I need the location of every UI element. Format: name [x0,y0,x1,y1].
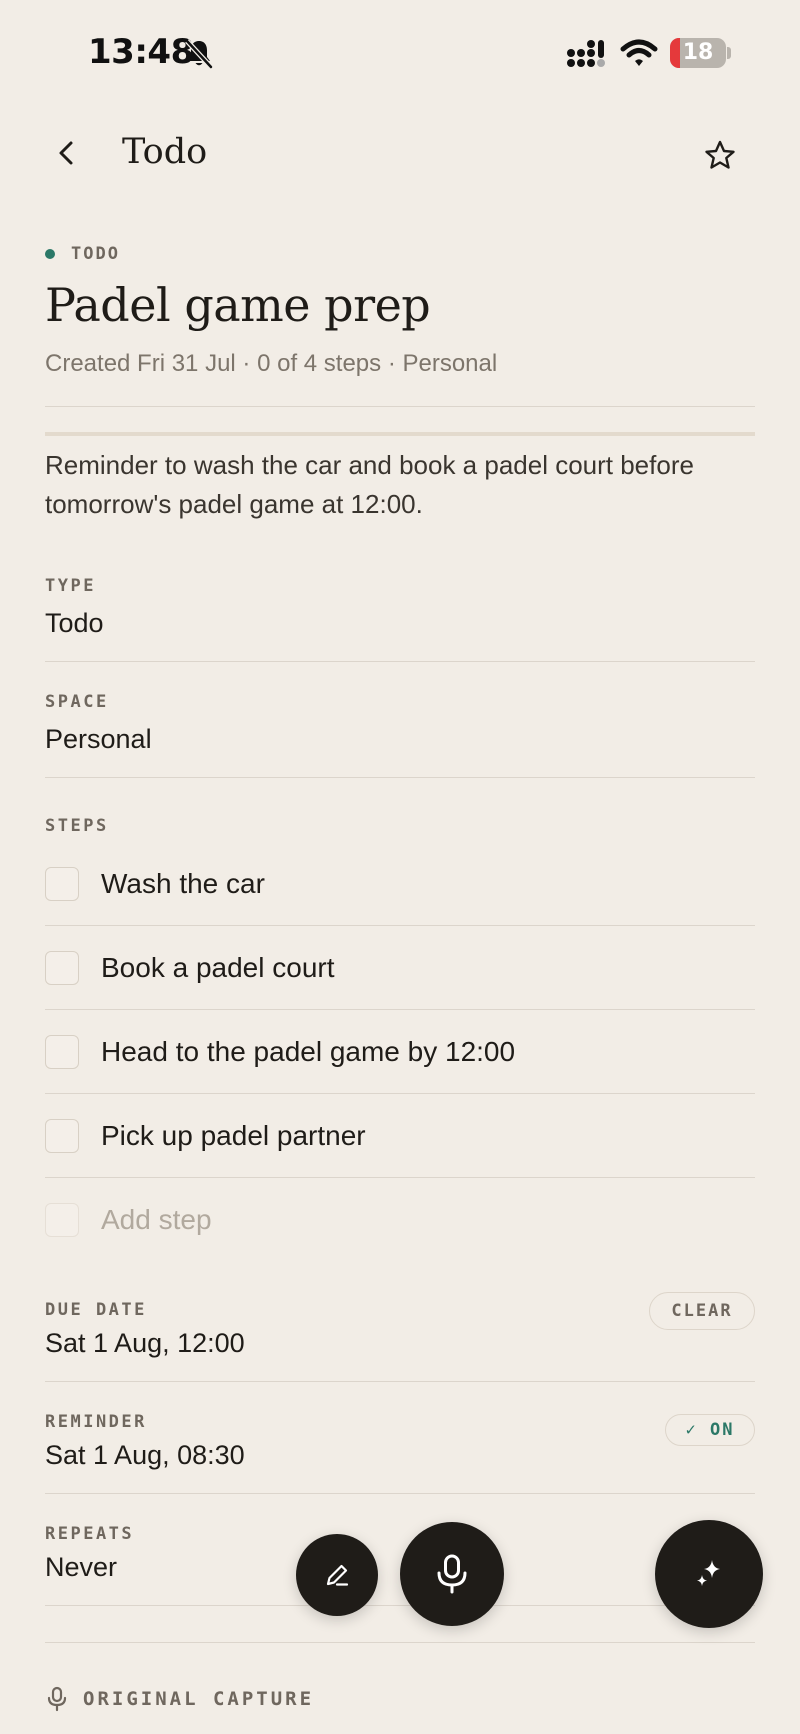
step-item[interactable]: Book a padel court [45,926,755,1010]
signal-icon [567,40,605,67]
divider-thick [45,432,755,436]
original-capture-row[interactable]: ORIGINAL CAPTURE [45,1686,314,1712]
sparkle-icon [697,1560,720,1586]
space-value: Personal [45,724,152,754]
page-title: Todo [122,132,208,172]
reminder-field[interactable]: REMINDER Sat 1 Aug, 08:30 ✓ ON [45,1382,755,1493]
status-bar: 13:48 18 [0,0,800,100]
step-item[interactable]: Wash the car [45,842,755,926]
check-icon: ✓ [685,1420,710,1440]
add-step-checkbox [45,1203,79,1237]
battery-level-text: 18 [682,40,714,65]
divider [45,777,755,778]
edit-button[interactable] [296,1534,378,1616]
clear-due-date-button[interactable]: CLEAR [649,1292,755,1330]
wifi-icon [620,39,658,66]
status-time: 13:48 [88,32,194,72]
repeats-field[interactable]: REPEATS Never [45,1494,755,1605]
add-step-input[interactable]: Add step [101,1204,212,1236]
step-label[interactable]: Book a padel court [101,952,335,984]
step-checkbox[interactable] [45,950,79,985]
item-description[interactable]: Reminder to wash the car and book a pade… [45,446,755,524]
divider [45,1605,755,1606]
space-label: SPACE [45,692,109,712]
voice-capture-button[interactable] [400,1522,504,1626]
reminder-label: REMINDER [45,1412,147,1432]
step-item[interactable]: Pick up padel partner [45,1094,755,1178]
microphone-icon [437,1554,467,1594]
reminder-value: Sat 1 Aug, 08:30 [45,1440,245,1470]
type-value: Todo [45,608,104,638]
steps-list: Wash the car Book a padel court Head to … [45,842,755,1262]
step-item[interactable]: Head to the padel game by 12:00 [45,1010,755,1094]
reminder-toggle[interactable]: ✓ ON [665,1414,755,1446]
add-step-row[interactable]: Add step [45,1178,755,1262]
microphone-icon [47,1686,67,1712]
due-date-value: Sat 1 Aug, 12:00 [45,1328,245,1358]
reminder-toggle-label: ON [710,1420,735,1440]
battery-indicator: 18 [670,38,726,68]
pencil-icon [326,1564,349,1586]
repeats-label: REPEATS [45,1524,135,1544]
step-checkbox[interactable] [45,866,79,901]
steps-label: STEPS [45,816,109,836]
star-icon[interactable] [700,136,740,176]
todo-detail: TODO Padel game prep Created Fri 31 Jul … [45,240,755,1643]
kind-indicator: TODO [45,240,755,268]
item-meta: Created Fri 31 Jul · 0 of 4 steps · Pers… [45,350,498,377]
bell-off-icon [185,39,213,69]
step-label[interactable]: Head to the padel game by 12:00 [101,1036,515,1068]
item-title[interactable]: Padel game prep [45,278,755,332]
divider [45,1642,755,1643]
nav-header: Todo [0,120,800,190]
original-capture-label: ORIGINAL CAPTURE [83,1688,315,1710]
divider [45,406,755,407]
battery-cap [727,47,731,59]
kind-dot [45,249,55,259]
step-checkbox[interactable] [45,1118,79,1153]
type-label: TYPE [45,576,96,596]
due-date-field[interactable]: DUE DATE Sat 1 Aug, 12:00 CLEAR [45,1262,755,1381]
step-label[interactable]: Pick up padel partner [101,1120,366,1152]
chevron-left-icon[interactable] [50,136,84,170]
kind-label: TODO [71,244,120,264]
step-checkbox[interactable] [45,1034,79,1069]
type-field[interactable]: TYPE Todo [45,524,755,661]
ai-assistant-button[interactable] [655,1520,763,1628]
step-label[interactable]: Wash the car [101,868,265,900]
space-field[interactable]: SPACE Personal [45,662,755,777]
